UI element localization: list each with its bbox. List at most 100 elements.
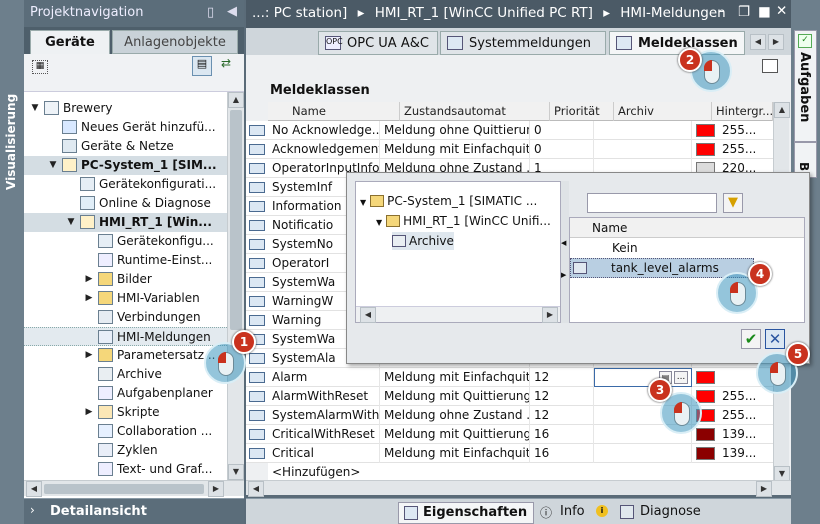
cell-zustandsautomat[interactable]: Meldung mit Quittierung... bbox=[380, 387, 530, 406]
tree-item-archive[interactable]: Archive bbox=[24, 365, 227, 384]
tree-item-ger-tekonfigurati[interactable]: Gerätekonfigurati... bbox=[24, 175, 227, 194]
tree-item-bilder[interactable]: ▶ Bilder bbox=[24, 270, 227, 289]
table-row[interactable]: Alarm Meldung mit Einfachquit... 12 ▤... bbox=[268, 368, 773, 387]
tab-scroll-right-button[interactable]: ▶ bbox=[768, 34, 784, 50]
tree-item-collaboration[interactable]: Collaboration ... bbox=[24, 422, 227, 441]
cell-prioritaet[interactable]: 0 bbox=[530, 140, 594, 159]
tree-item-pc-system-1-sim[interactable]: ▼ PC-System_1 [SIM... bbox=[24, 156, 227, 175]
tab-scroll-left-button[interactable]: ◀ bbox=[750, 34, 766, 50]
cell-name[interactable]: AlarmWithReset bbox=[268, 387, 380, 406]
hscroll-thumb[interactable] bbox=[44, 484, 204, 494]
table-row[interactable]: Acknowledgement Meldung mit Einfachquit..… bbox=[268, 140, 773, 159]
cell-name[interactable]: Critical bbox=[268, 444, 380, 463]
column-header-prioritaet[interactable]: Priorität bbox=[550, 102, 614, 121]
collapsed-arrow-icon[interactable]: ▶ bbox=[84, 270, 94, 289]
tab-info[interactable]: ⓘ Info i bbox=[536, 502, 612, 524]
archive-browse-button[interactable]: ... bbox=[674, 371, 688, 384]
tree-item-hmi-meldungen[interactable]: HMI-Meldungen bbox=[24, 327, 227, 346]
list-item[interactable]: Kein bbox=[570, 238, 804, 258]
table-row[interactable]: No Acknowledge... Meldung ohne Quittierun… bbox=[268, 121, 773, 140]
column-header-zustandsautomat[interactable]: Zustandsautomat bbox=[400, 102, 550, 121]
cell-zustandsautomat[interactable]: Meldung mit Quittierung... bbox=[380, 425, 530, 444]
cell-archiv[interactable] bbox=[594, 140, 692, 159]
tab-opc-ua-ac[interactable]: OPC OPC UA A&C bbox=[318, 31, 438, 55]
cell-archiv[interactable] bbox=[594, 121, 692, 140]
tree-item-ger-tekonfigu[interactable]: Gerätekonfigu... bbox=[24, 232, 227, 251]
archive-search-input[interactable] bbox=[587, 193, 717, 213]
cell-zustandsautomat[interactable]: Meldung mit Einfachquit... bbox=[380, 368, 530, 387]
sync-icon[interactable]: ⇄ bbox=[216, 56, 236, 76]
cell-hintergrund[interactable]: 255... bbox=[718, 406, 773, 425]
cell-prioritaet[interactable]: 12 bbox=[530, 368, 594, 387]
window-close-icon[interactable]: ✕ bbox=[776, 3, 787, 19]
popup-scroll-left-button[interactable]: ◀ bbox=[360, 307, 376, 323]
scroll-right-button[interactable]: ▶ bbox=[208, 481, 224, 497]
tab-anlagenobjekte[interactable]: Anlagenobjekte bbox=[112, 30, 238, 54]
cell-prioritaet[interactable]: 12 bbox=[530, 406, 594, 425]
column-header-archiv[interactable]: Archiv bbox=[614, 102, 712, 121]
popup-scroll-right-button[interactable]: ▶ bbox=[542, 307, 558, 323]
tree-item-runtime-einst[interactable]: Runtime-Einst... bbox=[24, 251, 227, 270]
tree-item-skripte[interactable]: ▶ Skripte bbox=[24, 403, 227, 422]
cell-zustandsautomat[interactable]: Meldung ohne Zustand ... bbox=[380, 406, 530, 425]
tab-systemmeldungen[interactable]: Systemmeldungen bbox=[440, 31, 606, 55]
table-row[interactable]: Critical Meldung mit Einfachquit... 16 139.… bbox=[268, 444, 773, 463]
expanded-arrow-icon[interactable]: ▼ bbox=[48, 156, 58, 175]
tree-vertical-scrollbar[interactable]: ▲ ▼ bbox=[227, 92, 244, 480]
popup-tree-item[interactable]: ▼ PC-System_1 [SIMATIC ... bbox=[360, 192, 537, 210]
table-horizontal-scrollbar[interactable]: ◀ ▶ bbox=[246, 480, 791, 497]
tree-item-zyklen[interactable]: Zyklen bbox=[24, 441, 227, 460]
collapsed-arrow-icon[interactable]: ▶ bbox=[84, 346, 94, 365]
scroll-down-button[interactable]: ▼ bbox=[228, 464, 244, 480]
collapsed-arrow-icon[interactable]: ▶ bbox=[84, 403, 94, 422]
list-header-name[interactable]: Name bbox=[592, 221, 627, 235]
popup-splitter[interactable]: ◀ ▶ bbox=[561, 181, 569, 323]
cell-archiv[interactable] bbox=[594, 444, 692, 463]
scroll-thumb[interactable] bbox=[230, 110, 242, 330]
table-row[interactable]: CriticalWithReset Meldung mit Quittierung… bbox=[268, 425, 773, 444]
table-scroll-right-button[interactable]: ▶ bbox=[756, 481, 772, 497]
tree-item-hmi-variablen[interactable]: ▶ HMI-Variablen bbox=[24, 289, 227, 308]
window-restore-icon[interactable]: ❐ bbox=[738, 4, 750, 20]
expanded-arrow-icon[interactable]: ▼ bbox=[30, 99, 40, 118]
cell-name[interactable]: SystemAlarmWith... bbox=[268, 406, 380, 425]
cell-name[interactable]: No Acknowledge... bbox=[268, 121, 380, 140]
cell-hintergrund[interactable]: 139... bbox=[718, 444, 773, 463]
expanded-arrow-icon[interactable]: ▼ bbox=[376, 218, 382, 227]
export-icon[interactable] bbox=[762, 59, 778, 73]
cell-zustandsautomat[interactable]: Meldung mit Einfachquit... bbox=[380, 140, 530, 159]
panel-collapse-icon[interactable]: ◀ bbox=[227, 4, 237, 19]
popup-cancel-button[interactable]: ✕ bbox=[765, 329, 785, 349]
collapsed-arrow-icon[interactable]: ▶ bbox=[84, 289, 94, 308]
tree-item-parametersatz[interactable]: ▶ Parametersatz... bbox=[24, 346, 227, 365]
popup-tree-item[interactable]: ▼ HMI_RT_1 [WinCC Unifi... bbox=[376, 212, 551, 230]
breadcrumb-item-hmi-meldungen[interactable]: HMI-Meldungen bbox=[620, 5, 725, 21]
scroll-up-button[interactable]: ▲ bbox=[228, 92, 244, 108]
cell-hintergrund[interactable]: 139... bbox=[718, 425, 773, 444]
tree-item-aufgabenplaner[interactable]: Aufgabenplaner bbox=[24, 384, 227, 403]
tab-diagnose[interactable]: Diagnose bbox=[616, 502, 726, 524]
detail-view-bar[interactable]: › Detailansicht bbox=[24, 498, 244, 524]
tree-item-brewery[interactable]: ▼ Brewery bbox=[24, 99, 227, 118]
breadcrumb-item-hmi[interactable]: HMI_RT_1 [WinCC Unified PC RT] bbox=[375, 5, 593, 21]
cell-name[interactable]: CriticalWithReset bbox=[268, 425, 380, 444]
overview-icon[interactable]: ▤ bbox=[192, 56, 212, 76]
column-header-hintergrund[interactable]: Hintergr... bbox=[712, 102, 773, 121]
tree-item-online-diagnose[interactable]: Online & Diagnose bbox=[24, 194, 227, 213]
cell-hintergrund[interactable]: 255... bbox=[718, 140, 773, 159]
window-maximize-icon[interactable]: ■ bbox=[758, 4, 771, 20]
tree-item-neues-ger-t-hinzuf[interactable]: Neues Gerät hinzufü... bbox=[24, 118, 227, 137]
filter-icon[interactable]: ▼ bbox=[723, 193, 743, 213]
panel-float-icon[interactable]: ▯ bbox=[207, 5, 214, 20]
cell-prioritaet[interactable]: 16 bbox=[530, 444, 594, 463]
table-scroll-left-button[interactable]: ◀ bbox=[248, 481, 264, 497]
popup-ok-button[interactable]: ✔ bbox=[741, 329, 761, 349]
window-minimize-icon[interactable]: – bbox=[718, 3, 725, 19]
tree-item-verbindungen[interactable]: Verbindungen bbox=[24, 308, 227, 327]
tab-eigenschaften[interactable]: Eigenschaften bbox=[398, 502, 534, 524]
add-folder-icon[interactable]: ▦ bbox=[32, 60, 48, 74]
column-header-name[interactable]: Name bbox=[288, 102, 400, 121]
cell-zustandsautomat[interactable]: Meldung ohne Quittierung bbox=[380, 121, 530, 140]
tree-item-text-und-graf[interactable]: Text- und Graf... bbox=[24, 460, 227, 479]
cell-zustandsautomat[interactable]: Meldung mit Einfachquit... bbox=[380, 444, 530, 463]
